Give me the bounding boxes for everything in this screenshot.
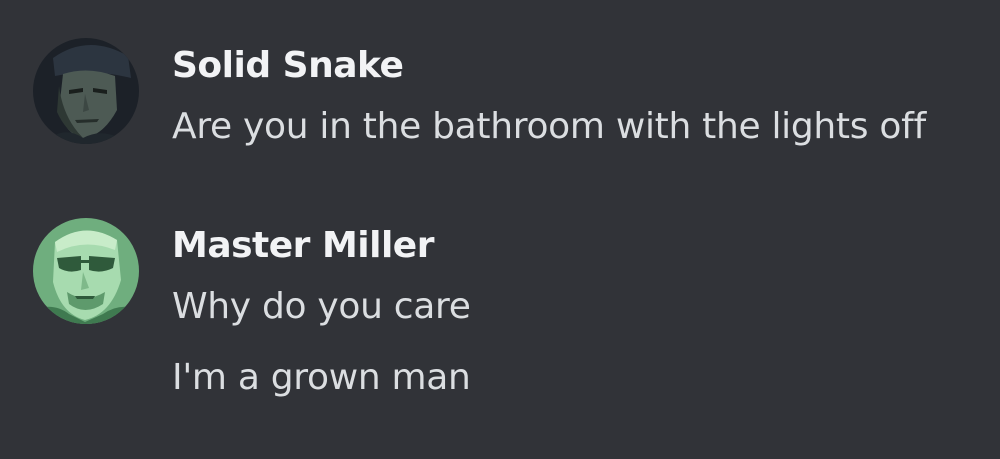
master-miller-avatar-icon[interactable] [33, 218, 139, 324]
author-name[interactable]: Master Miller [172, 221, 434, 271]
message-text: Why do you care [172, 286, 471, 327]
message-text: I'm a grown man [172, 357, 471, 398]
solid-snake-avatar-icon[interactable] [33, 38, 139, 144]
author-name[interactable]: Solid Snake [172, 41, 404, 91]
message-text: Are you in the bathroom with the lights … [172, 106, 926, 147]
